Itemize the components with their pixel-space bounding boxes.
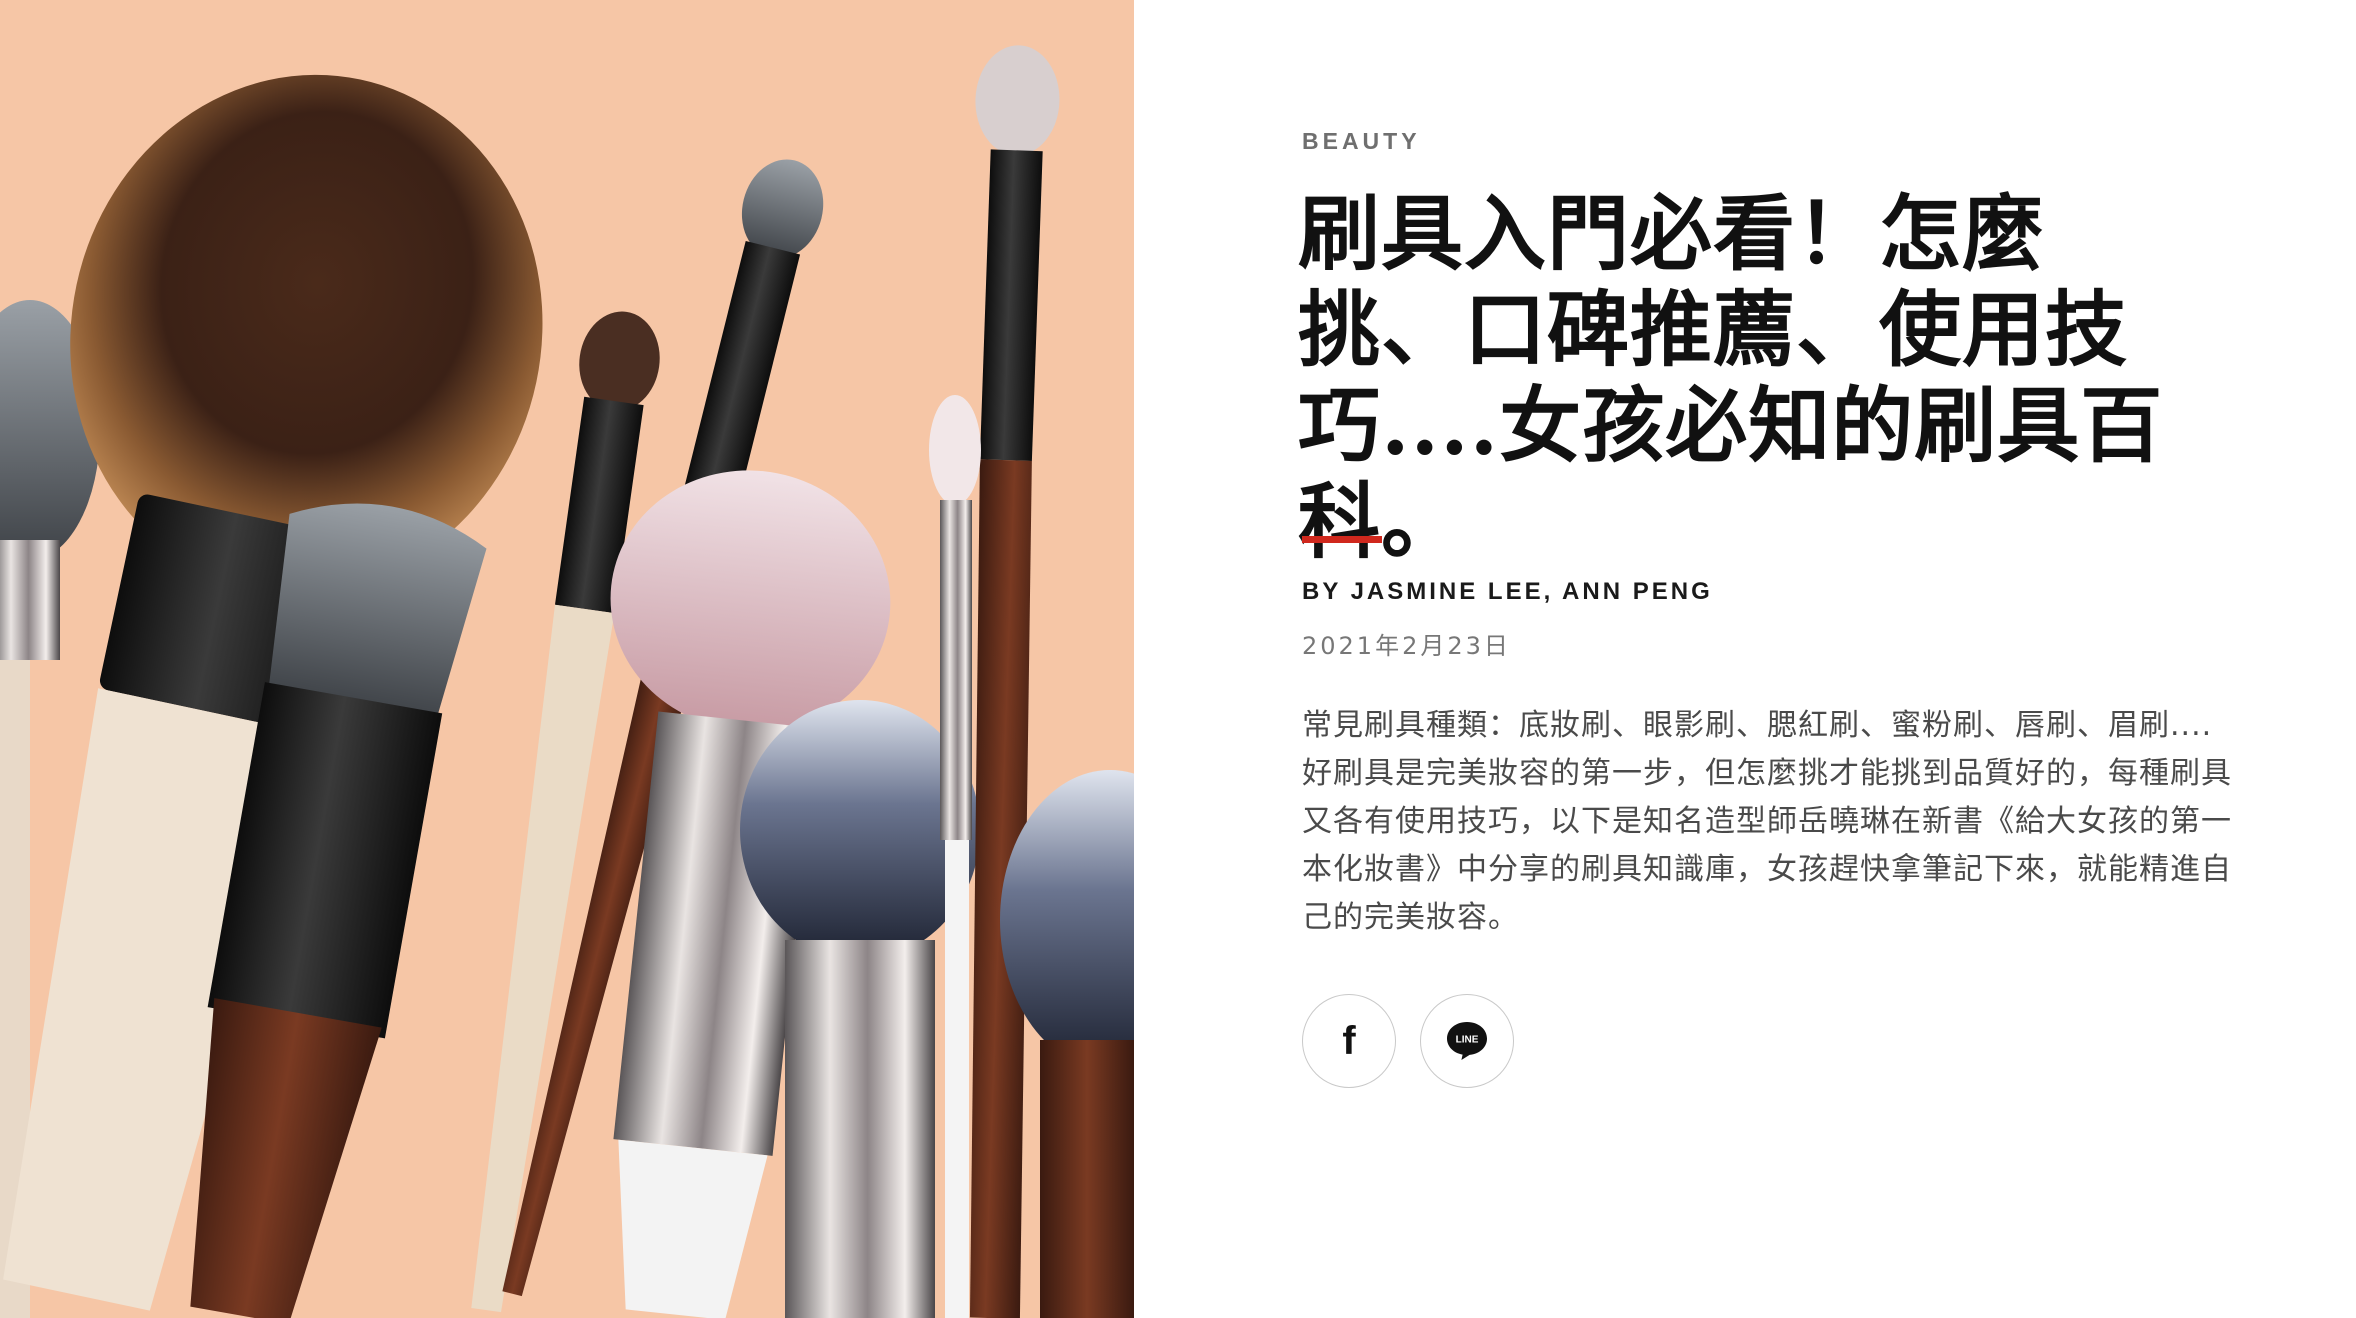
article-header: BEAUTY 刷具入門必看！怎麼挑、口碑推薦、使用技巧....女孩必知的刷具百科…	[1134, 0, 2356, 1318]
share-buttons: f LINE	[1302, 994, 1514, 1088]
facebook-icon: f	[1342, 1019, 1356, 1063]
hero-image	[0, 0, 1134, 1318]
article-title: 刷具入門必看！怎麼挑、口碑推薦、使用技巧....女孩必知的刷具百科。	[1298, 186, 2164, 570]
title-divider	[1302, 536, 1382, 543]
author-byline: BY JASMINE LEE, ANN PENG	[1302, 578, 1713, 605]
line-share-button[interactable]: LINE	[1420, 994, 1514, 1088]
category-label[interactable]: BEAUTY	[1302, 128, 1421, 155]
facebook-share-button[interactable]: f	[1302, 994, 1396, 1088]
line-icon-label: LINE	[1456, 1035, 1479, 1046]
publish-date: 2021年2月23日	[1302, 632, 1511, 660]
article-page: BEAUTY 刷具入門必看！怎麼挑、口碑推薦、使用技巧....女孩必知的刷具百科…	[0, 0, 2356, 1318]
line-icon: LINE	[1447, 1022, 1487, 1060]
article-summary: 常見刷具種類：底妝刷、眼影刷、腮紅刷、蜜粉刷、唇刷、眉刷....好刷具是完美妝容…	[1302, 708, 2232, 935]
